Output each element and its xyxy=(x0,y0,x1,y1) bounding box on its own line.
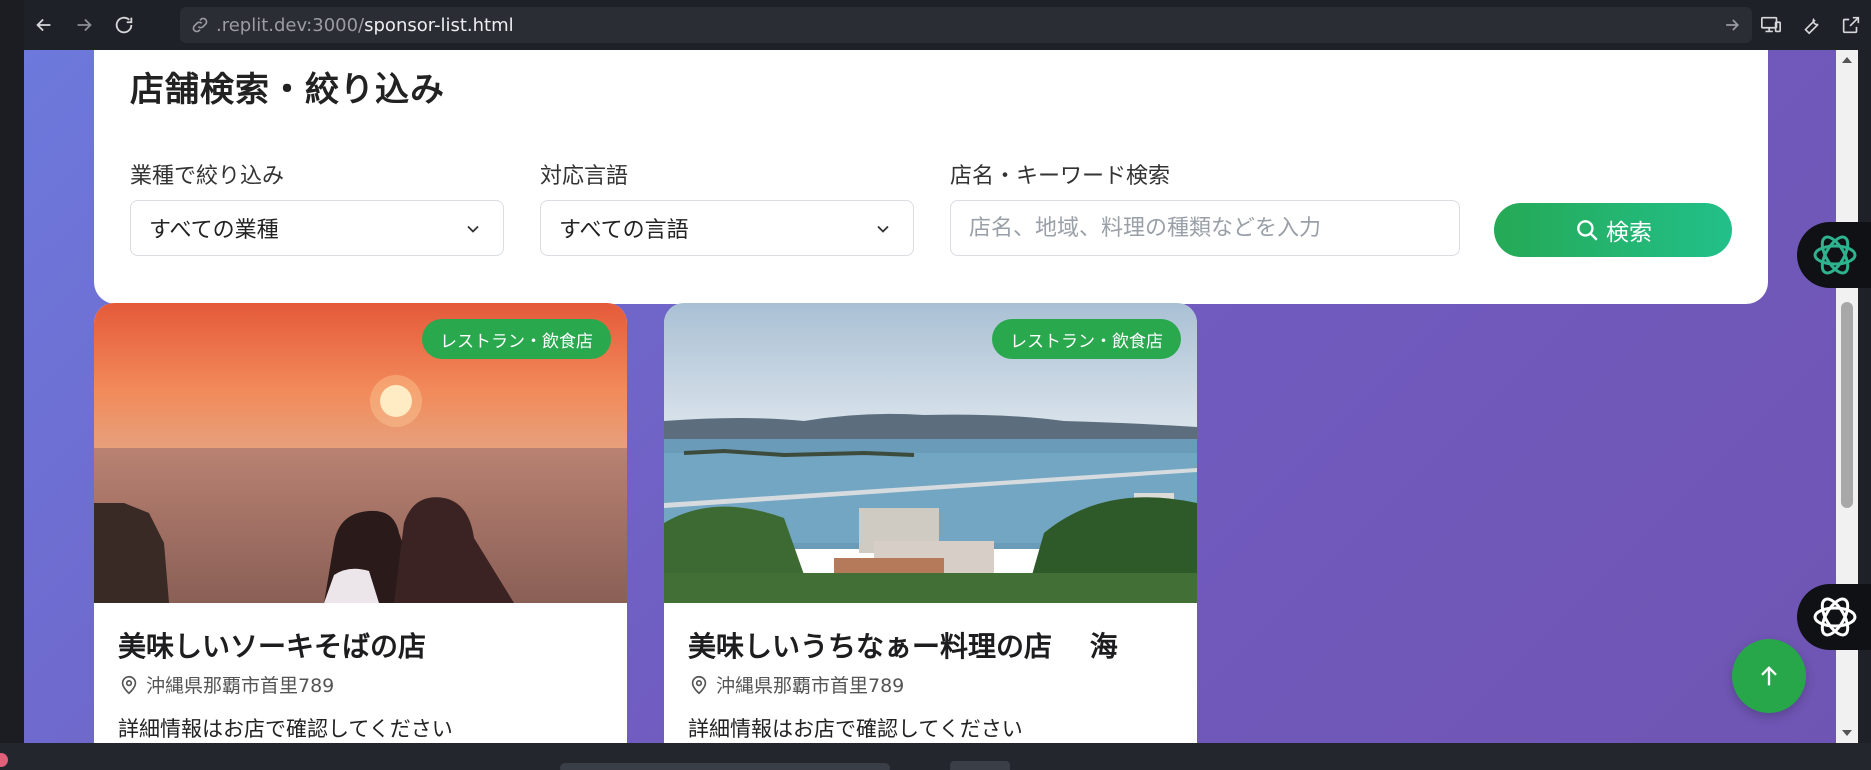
wrench-button[interactable] xyxy=(1791,5,1831,45)
category-badge: レストラン・飲食店 xyxy=(422,319,611,359)
chevron-down-icon xyxy=(467,225,479,233)
card-title: 美味しいソーキそばの店 xyxy=(118,630,427,663)
filter-panel: 店舗検索・絞り込み 業種で絞り込み すべての業種 対応言語 すべての言語 店名・… xyxy=(94,50,1768,304)
openai-logo-icon xyxy=(1813,597,1857,637)
reload-icon xyxy=(115,16,133,34)
location-pin-icon xyxy=(121,675,137,694)
arrow-go-icon[interactable] xyxy=(1722,15,1742,35)
page-viewport: 店舗検索・絞り込み 業種で絞り込み すべての業種 対応言語 すべての言語 店名・… xyxy=(24,50,1836,743)
card-address-text: 沖縄県那覇市首里789 xyxy=(716,675,905,697)
scroll-thumb[interactable] xyxy=(1841,302,1853,508)
scroll-to-top-button[interactable] xyxy=(1732,639,1806,713)
arrow-right-icon xyxy=(77,18,92,32)
language-label: 対応言語 xyxy=(540,164,629,189)
search-icon xyxy=(1577,220,1598,241)
assistant-extension-button[interactable] xyxy=(1797,222,1871,288)
assistant-extension-button-2[interactable] xyxy=(1797,584,1871,650)
link-icon xyxy=(192,17,208,33)
arrow-left-icon xyxy=(36,18,51,32)
category-select[interactable]: すべての業種 xyxy=(130,200,504,256)
toolbar-right-actions xyxy=(1751,5,1871,45)
location-pin-icon xyxy=(691,675,707,694)
card-address-text: 沖縄県那覇市首里789 xyxy=(146,675,335,697)
address-bar[interactable]: .replit.dev:3000/sponsor-list.html xyxy=(180,7,1752,43)
openai-logo-icon xyxy=(1813,235,1857,275)
card-description: 詳細情報はお店で確認してください xyxy=(688,717,1023,741)
card-address: 沖縄県那覇市首里789 xyxy=(118,671,334,698)
arrow-up-icon xyxy=(1761,666,1777,686)
search-button[interactable]: 検索 xyxy=(1494,203,1732,257)
scroll-up-arrow-icon[interactable] xyxy=(1841,54,1853,66)
window-left-strip xyxy=(0,0,24,770)
category-select-value: すべての業種 xyxy=(149,218,279,243)
category-label: 業種で絞り込み xyxy=(130,164,285,189)
url-path: sponsor-list.html xyxy=(364,14,514,36)
category-badge: レストラン・飲食店 xyxy=(992,319,1181,359)
chevron-down-icon xyxy=(877,225,889,233)
card-title: 美味しいうちなぁー料理の店 海 xyxy=(688,630,1118,663)
language-select[interactable]: すべての言語 xyxy=(540,200,914,256)
language-select-value: すべての言語 xyxy=(559,218,689,243)
card-address: 沖縄県那覇市首里789 xyxy=(688,671,904,698)
filter-title: 店舗検索・絞り込み xyxy=(130,70,445,110)
shop-card[interactable]: レストラン・飲食店 美味しいうちなぁー料理の店 海 沖縄県那覇市首里789 詳細… xyxy=(664,303,1197,743)
taskbar-item[interactable] xyxy=(950,761,1010,770)
forward-button[interactable] xyxy=(64,5,104,45)
keyword-search-input[interactable] xyxy=(950,200,1460,256)
open-external-button[interactable] xyxy=(1831,5,1871,45)
scroll-down-arrow-icon[interactable] xyxy=(1841,727,1853,739)
devices-button[interactable] xyxy=(1751,5,1791,45)
browser-toolbar: .replit.dev:3000/sponsor-list.html xyxy=(24,0,1871,50)
external-link-icon xyxy=(1842,16,1860,34)
card-description: 詳細情報はお店で確認してください xyxy=(118,717,453,741)
os-taskbar xyxy=(0,743,1871,770)
devices-icon xyxy=(1761,16,1781,33)
search-button-label: 検索 xyxy=(1606,219,1652,245)
taskbar-app-dot[interactable] xyxy=(0,753,8,767)
reload-button[interactable] xyxy=(104,5,144,45)
shop-card[interactable]: レストラン・飲食店 美味しいソーキそばの店 沖縄県那覇市首里789 詳細情報はお… xyxy=(94,303,627,743)
keyword-label: 店名・キーワード検索 xyxy=(950,164,1171,189)
url-host: .replit.dev:3000/ xyxy=(216,14,365,36)
taskbar-item[interactable] xyxy=(560,763,890,770)
wrench-icon xyxy=(1804,17,1819,35)
back-button[interactable] xyxy=(24,5,64,45)
